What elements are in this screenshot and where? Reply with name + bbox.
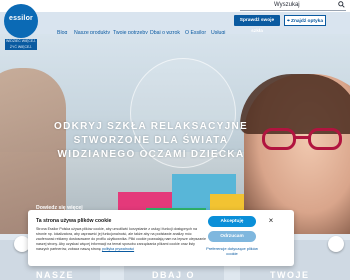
cookie-preferences-link[interactable]: Preferencje dotyczące plików cookie <box>204 246 260 256</box>
essilor-logo[interactable]: essilor WIDZIEĆ WIĘCEJ. ŻYĆ WIĘCEJ. <box>4 4 38 52</box>
chat-icon[interactable] <box>328 236 344 252</box>
cookie-body: Strona Essilor Polska używa plików cooki… <box>36 227 206 252</box>
cookie-title: Ta strona używa plików cookie <box>36 218 112 224</box>
hero-glasses-graphic <box>262 128 348 152</box>
privacy-policy-link[interactable]: polityka prywatności <box>102 247 134 251</box>
find-optician-label: Znajdź optyka <box>291 19 324 24</box>
utility-bar: Wyszukaj <box>0 0 350 12</box>
tile-products-title: NASZE <box>36 270 75 280</box>
hero-title: ODKRYJ SZKŁA RELAKSACYJNE STWORZONE DLA … <box>54 121 248 160</box>
close-icon[interactable]: × <box>266 216 276 226</box>
tile-needs-title: TWOJE <box>270 270 310 280</box>
reject-cookies-button[interactable]: Odrzucam <box>208 231 256 242</box>
search-field[interactable]: Wyszukaj <box>240 1 346 11</box>
accept-cookies-button[interactable]: Akceptuję <box>208 216 256 227</box>
tile-eye-care-title: DBAJ O <box>152 270 196 280</box>
logo-tagline: WIDZIEĆ WIĘCEJ. ŻYĆ WIĘCEJ. <box>5 39 37 50</box>
find-optician-button[interactable]: ⌖ Znajdź optyka <box>284 15 326 26</box>
check-lenses-button[interactable]: Sprawdź swoje szkła <box>234 15 280 34</box>
hero-banner: ODKRYJ SZKŁA RELAKSACYJNE STWORZONE DLA … <box>0 34 350 234</box>
search-placeholder[interactable]: Wyszukaj <box>274 2 300 8</box>
cookie-consent-dialog: Ta strona używa plików cookie Strona Ess… <box>28 210 294 266</box>
logo-brand: essilor <box>9 15 33 22</box>
search-icon[interactable] <box>338 1 345 8</box>
